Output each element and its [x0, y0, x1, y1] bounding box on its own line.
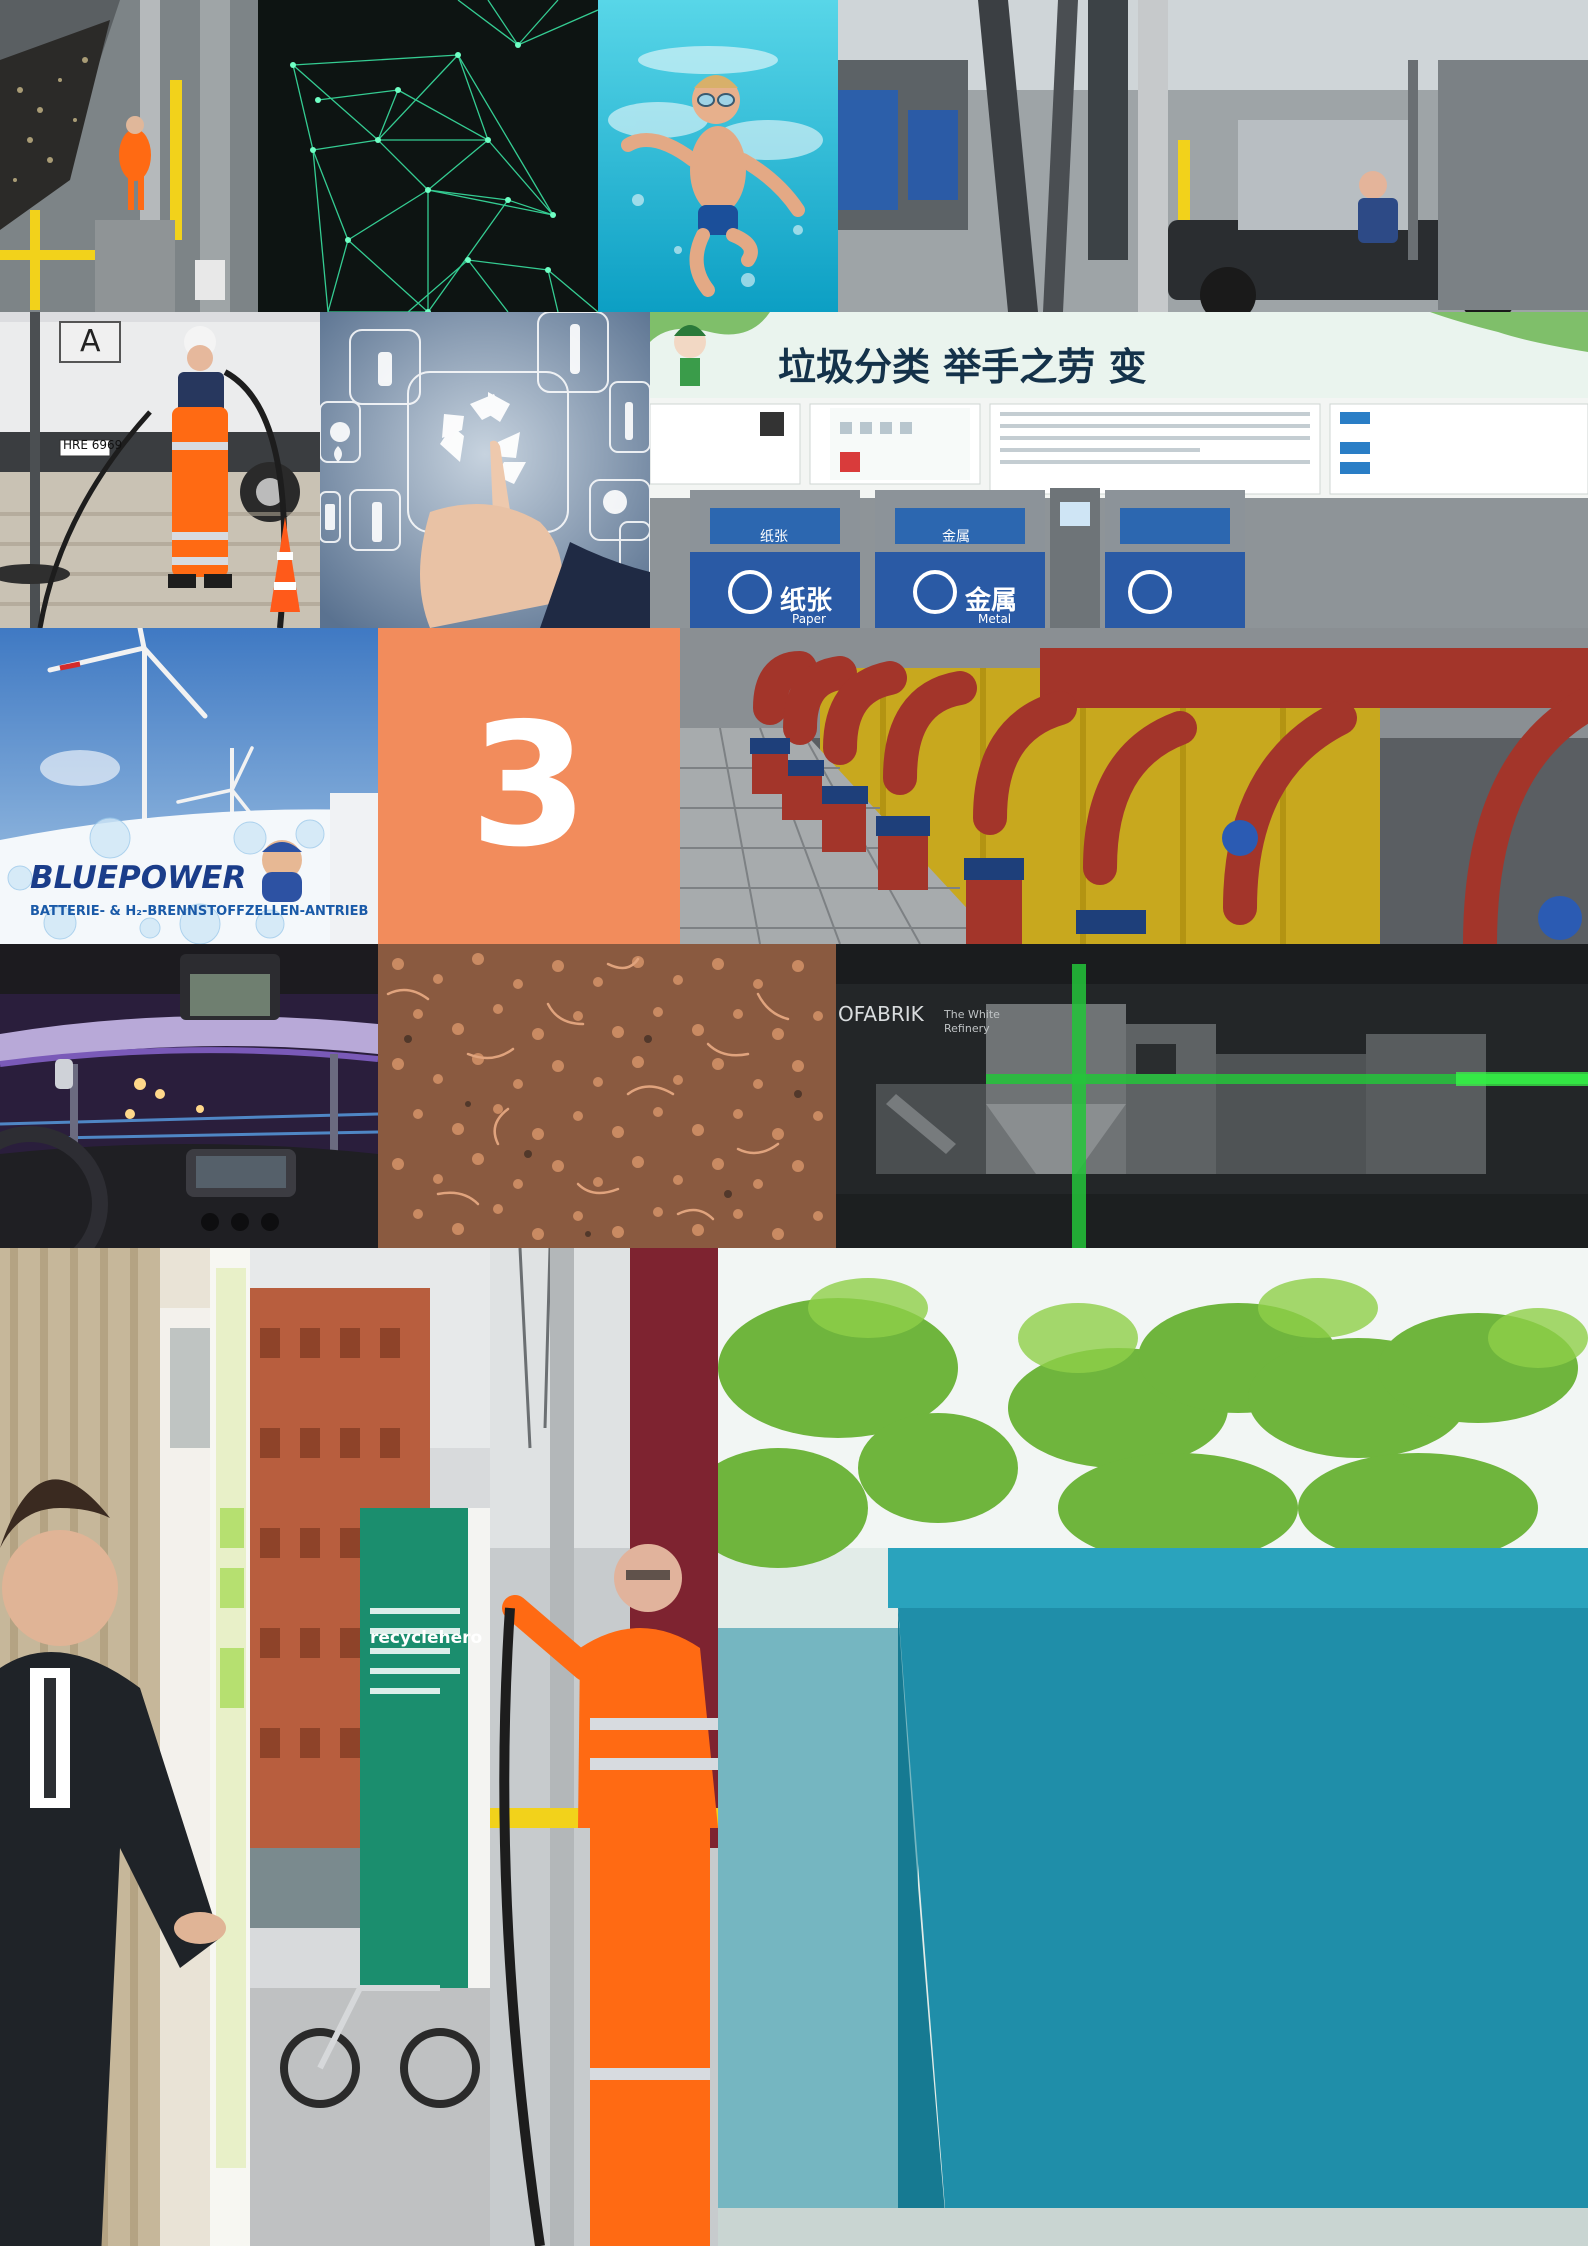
office-worker-photo [0, 1248, 250, 2246]
recycling-touch-photo [320, 312, 650, 628]
tile-section-number: 3 [378, 628, 680, 944]
tile-office-worker [0, 1248, 250, 2246]
network-arrow-graphic [258, 0, 598, 312]
red-pipes-photo [680, 628, 1588, 944]
phone-icon [325, 504, 335, 530]
tile-fueling-worker [490, 1248, 718, 2246]
tile-copper-granules [378, 944, 836, 1248]
bottle-icon [570, 324, 580, 374]
tile-bluepower-truck: BLUEPOWER BATTERIE- & H₂-BRENNSTOFFZELLE… [0, 628, 378, 944]
copper-granules-photo [378, 944, 836, 1248]
sorting-banner: 垃圾分类 举手之劳 变 [778, 345, 1147, 389]
fueling-worker-photo [490, 1248, 718, 2246]
basil-pot-photo [718, 1248, 1588, 2246]
sewer-worker-photo [0, 312, 320, 628]
bus-interior-photo [0, 944, 378, 1248]
bin-paper-label-en: Paper [792, 612, 826, 626]
bin-metal-lid: 金属 [942, 529, 970, 545]
tile-bus-interior [0, 944, 378, 1248]
bin-metal-label-en: Metal [978, 612, 1012, 626]
forklift-operator-photo [838, 0, 1588, 312]
recycling-conveyor-photo [0, 0, 258, 312]
photo-collage: A HRE 6969 垃圾分类 举手之劳 变 纸张 金属 纸张 Paper 金属… [0, 0, 1588, 2246]
lightbulb-icon [603, 490, 627, 514]
tile-white-refinery: OFABRIK The White Refinery [836, 944, 1588, 1248]
tile-forklift-operator [838, 0, 1588, 312]
mascot-graphic [262, 840, 302, 902]
white-refinery-render [836, 944, 1588, 1248]
bluepower-tagline: BATTERIE- & H₂-BRENNSTOFFZELLEN-ANTRIEB [30, 904, 369, 919]
tile-waste-sorting-station: 垃圾分类 举手之劳 变 纸张 金属 纸张 Paper 金属 Metal [650, 312, 1588, 628]
tile-recycling-conveyor [0, 0, 258, 312]
tile-sewer-worker: A HRE 6969 [0, 312, 320, 628]
tile-basil-pot [718, 1248, 1588, 2246]
tile-red-pipes [680, 628, 1588, 944]
tank-letter: A [80, 324, 101, 359]
recyclehero-brand: recyclehero [370, 1628, 483, 1648]
tile-recycling-touch [320, 312, 650, 628]
refinery-name: The White Refinery [944, 1008, 1000, 1035]
wine-bottle-icon [372, 502, 382, 542]
swimming-child-photo [598, 0, 838, 312]
refinery-brand: OFABRIK [838, 1002, 924, 1026]
tile-network-arrow [258, 0, 598, 312]
tile-cargo-bike: recyclehero [250, 1248, 490, 2246]
cargo-bike-photo [250, 1248, 490, 2246]
bin-paper-lid: 纸张 [760, 529, 788, 545]
bluepower-brand: BLUEPOWER [30, 860, 247, 896]
can-icon [378, 352, 392, 386]
apple-core-icon [330, 422, 350, 442]
tile-swimming-child [598, 0, 838, 312]
section-number: 3 [469, 687, 589, 885]
bluepower-truck-photo [0, 628, 378, 944]
license-plate: HRE 6969 [63, 438, 123, 452]
